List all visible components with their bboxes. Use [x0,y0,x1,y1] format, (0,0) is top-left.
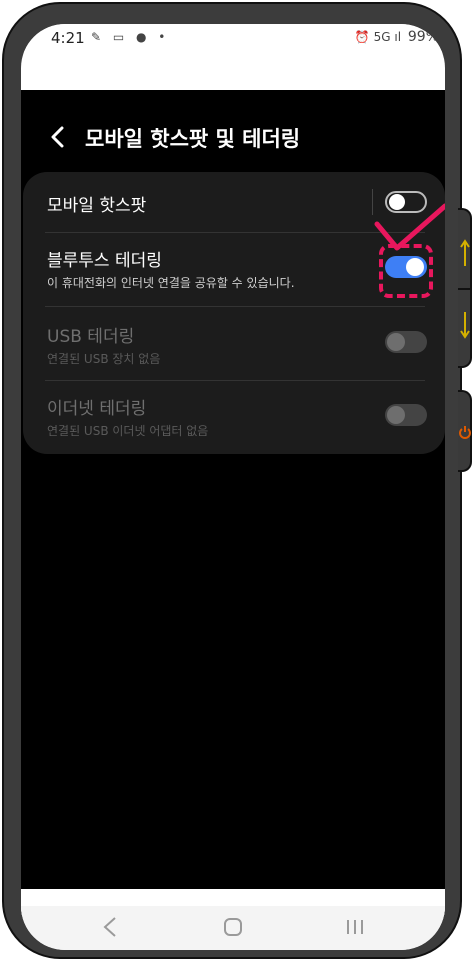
volume-button[interactable] [458,208,472,368]
signal-icons: ⏰ 5G ıl [354,30,405,44]
nav-home-icon[interactable] [213,912,253,942]
setting-subtitle: 연결된 USB 장치 없음 [47,352,161,366]
arrow-down-icon [460,312,470,339]
setting-subtitle: 연결된 USB 이더넷 어댑터 없음 [47,424,209,438]
power-button[interactable] [458,390,472,472]
setting-row-usb-tethering: USB 테더링 연결된 USB 장치 없음 [23,306,445,380]
battery-level: 99% [407,29,439,45]
setting-row-ethernet-tethering: 이더넷 테더링 연결된 USB 이더넷 어댑터 없음 [23,380,445,454]
notification-icons: ✎ ▭ ● • [91,30,170,44]
setting-subtitle: 이 휴대전화의 인터넷 연결을 공유할 수 있습니다. [47,276,295,290]
nav-recents-icon[interactable] [335,912,375,942]
phone-frame: 4:21 ✎ ▭ ● • ⏰ 5G ıl 99% 모바일 핫스팟 및 테더링 모… [2,2,462,959]
page-header: 모바일 핫스팟 및 테더링 [21,120,445,160]
status-bar: 4:21 ✎ ▭ ● • ⏰ 5G ıl 99% [21,24,445,54]
checkmark-annotation-icon [374,203,445,251]
setting-title: USB 테더링 [47,327,135,347]
power-icon [459,426,471,439]
back-chevron-icon[interactable] [49,124,65,150]
setting-title: 모바일 핫스팟 [47,196,147,216]
screen: 4:21 ✎ ▭ ● • ⏰ 5G ıl 99% 모바일 핫스팟 및 테더링 모… [21,24,445,950]
usb-tethering-toggle [385,331,427,353]
system-icons: ⏰ 5G ıl 99% [355,29,439,45]
button-divider [458,288,470,290]
ethernet-tethering-toggle [385,404,427,426]
nav-back-icon[interactable] [91,912,131,942]
page-title: 모바일 핫스팟 및 테더링 [85,127,301,151]
arrow-up-icon [460,239,470,266]
setting-title: 이더넷 테더링 [47,399,147,419]
navigation-bar [21,906,445,950]
setting-title: 블루투스 테더링 [47,251,162,271]
status-time: 4:21 [51,29,85,47]
